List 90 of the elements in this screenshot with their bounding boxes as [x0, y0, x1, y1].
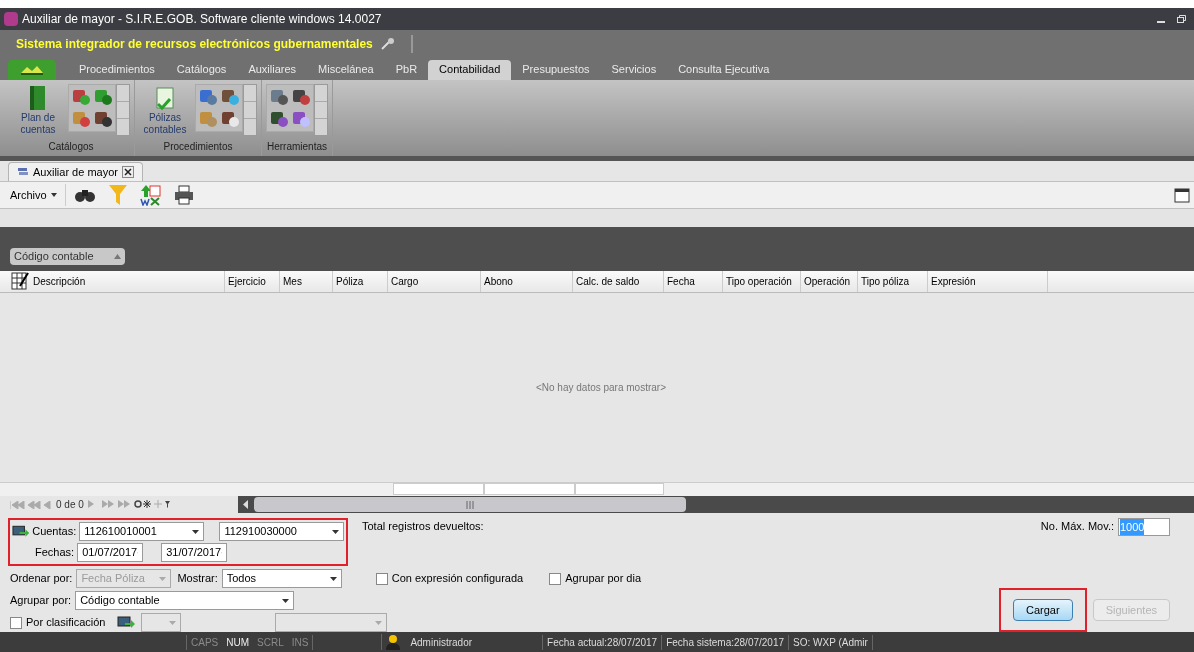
ribbon-tab[interactable]: Catálogos: [165, 59, 238, 80]
checkbox[interactable]: [549, 572, 562, 585]
cuenta-desde-combo[interactable]: 112610010001: [79, 522, 204, 542]
export-icon[interactable]: [139, 184, 162, 207]
monitor-arrow-icon[interactable]: [12, 524, 30, 539]
record-navigator[interactable]: 0 de 0: [10, 497, 238, 513]
column-header[interactable]: Abono: [481, 270, 573, 292]
ribbon-tab[interactable]: Miscelánea: [307, 59, 385, 80]
checkbox-label: Agrupar por dia: [565, 571, 642, 587]
ribbon-tab[interactable]: PbR: [384, 59, 429, 80]
large-ribbon-button[interactable]: Plan de cuentas: [12, 83, 64, 136]
cuentas-label: Cuentas:: [32, 524, 77, 540]
window-icon[interactable]: [1174, 187, 1190, 204]
max-movements-label: No. Máx. Mov.:: [1040, 519, 1114, 535]
ribbon-tab[interactable]: Procedimientos: [68, 59, 166, 80]
agrupar-combo[interactable]: Código contable: [75, 591, 295, 611]
sort-ascending-icon: [113, 253, 121, 259]
user-name: Administrador: [410, 635, 473, 650]
mostrar-combo[interactable]: Todos: [221, 569, 342, 589]
ribbon-tab[interactable]: Servicios: [600, 59, 668, 80]
close-icon[interactable]: [122, 166, 134, 179]
fecha-hasta-field[interactable]: 31/07/2017: [161, 543, 228, 563]
column-header[interactable]: Expresión: [928, 270, 1048, 292]
key-indicator: NUM: [226, 635, 249, 650]
caret-icon: [282, 598, 290, 603]
ribbon-group-label: Catálogos: [47, 140, 95, 155]
window-title: Auxiliar de mayor - S.I.R.E.GOB. Software cliente windows 14.0027: [22, 10, 382, 28]
ribbon-tab[interactable]: Presupuestos: [511, 59, 601, 80]
caret-icon: [332, 529, 339, 534]
checkbox-label: Con expresión configurada: [391, 571, 524, 587]
column-header[interactable]: Operación: [801, 270, 858, 292]
archivo-menu[interactable]: Archivo: [10, 186, 65, 204]
ribbon-tab[interactable]: Auxiliares: [237, 59, 308, 80]
clasificacion-value-combo[interactable]: [275, 613, 388, 633]
ribbon-group-label: Procedimientos: [162, 140, 234, 155]
column-header[interactable]: Tipo operación: [723, 270, 801, 292]
column-header[interactable]: Cargo: [388, 270, 481, 292]
system-date: Fecha sistema:28/07/2017: [661, 634, 785, 650]
key-indicator: INS: [291, 635, 309, 650]
column-header[interactable]: Ejercicio: [225, 270, 280, 292]
printer-icon[interactable]: [173, 185, 194, 206]
agrupar-label: Agrupar por:: [10, 593, 72, 609]
binoculars-icon[interactable]: [73, 187, 96, 204]
next-record-icon[interactable]: [87, 500, 170, 510]
clasificacion-combo[interactable]: [141, 613, 182, 633]
column-header[interactable]: Calc. de saldo: [573, 270, 664, 292]
caret-icon: [169, 620, 177, 625]
empty-grid-message: <No hay datos para mostrar>: [535, 381, 667, 395]
fechas-label: Fechas:: [35, 545, 75, 561]
banner-text: Sistema integrador de recursos electrónicos gubernamentales: [16, 35, 373, 53]
key-indicator: SCRL: [257, 635, 284, 650]
restore-icon[interactable]: [1177, 14, 1186, 23]
checkbox-label: Por clasificación: [26, 615, 106, 631]
caret-icon: [329, 576, 337, 581]
app-icon: [4, 11, 18, 26]
column-header[interactable]: Fecha: [664, 270, 723, 292]
caret-icon: [159, 576, 167, 581]
stack-icon: [17, 167, 29, 178]
ribbon-tab[interactable]: Consulta Ejecutiva: [667, 59, 781, 80]
checkbox[interactable]: [375, 572, 388, 585]
caret-icon: [50, 193, 57, 198]
column-chooser-icon[interactable]: [11, 272, 29, 291]
large-ribbon-button[interactable]: Pólizas contables: [139, 83, 191, 136]
column-header[interactable]: Descripción: [8, 270, 225, 292]
total-records-label: Total registros devueltos:: [362, 519, 484, 535]
key-indicator: CAPS: [191, 635, 219, 650]
column-header[interactable]: Tipo póliza: [858, 270, 928, 292]
ordenar-label: Ordenar por:: [10, 571, 73, 587]
user-icon: [386, 634, 401, 650]
checkbox[interactable]: [10, 616, 22, 629]
monitor-arrow-icon[interactable]: [117, 615, 136, 630]
caret-icon: [375, 620, 383, 625]
current-date: Fecha actual:28/07/2017: [542, 634, 658, 650]
document-tab[interactable]: Auxiliar de mayor: [8, 162, 143, 182]
caret-icon: [191, 529, 199, 534]
column-header[interactable]: Mes: [280, 270, 333, 292]
os-info: SO: WXP (Admir: [788, 634, 873, 650]
logo-tab[interactable]: [8, 59, 56, 80]
mostrar-label: Mostrar:: [177, 571, 218, 587]
wrench-icon[interactable]: [380, 37, 395, 50]
cuenta-hasta-combo[interactable]: 112910030000: [219, 522, 344, 542]
fecha-desde-field[interactable]: 01/07/2017: [77, 543, 144, 563]
group-chip[interactable]: Código contable: [10, 247, 125, 265]
ribbon-tab[interactable]: Contabilidad: [428, 59, 512, 80]
horizontal-scrollbar[interactable]: [238, 496, 1194, 514]
column-header[interactable]: Póliza: [333, 270, 388, 292]
scrollbar-thumb[interactable]: [254, 497, 686, 513]
record-counter: 0 de 0: [56, 498, 84, 513]
load-button[interactable]: Cargar: [1013, 599, 1073, 622]
ribbon-group-label: Herramientas: [266, 140, 328, 155]
